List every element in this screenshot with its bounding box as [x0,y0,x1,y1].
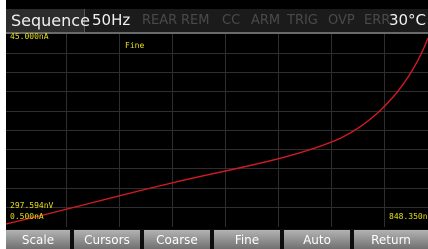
softkey-coarse[interactable]: Coarse [144,230,210,249]
softkey-scale[interactable]: Scale [6,230,70,249]
indicator-cc: CC [222,13,241,28]
cursor-voltage-label: 297.594nV [10,201,54,210]
softkey-return[interactable]: Return [354,230,428,249]
indicator-rear: REAR [142,13,178,28]
status-bar: Sequence 50Hz REAR REM CC ARM TRIG OVP E… [6,9,428,34]
x-axis-right-label: 848.350n [389,212,428,221]
softkey-bar: Scale Cursors Coarse Fine Auto Return [6,229,428,249]
softkey-fine[interactable]: Fine [214,230,280,249]
instrument-screen: Sequence 50Hz REAR REM CC ARM TRIG OVP E… [6,0,428,249]
indicator-arm: ARM [251,13,281,28]
y-axis-top-label: 45.000nA [10,32,49,41]
plot-graph [6,34,428,227]
indicator-ovp: OVP [328,13,355,28]
plot-grid [6,34,428,227]
indicator-err: ERR [364,13,391,28]
indicator-rem: REM [181,13,210,28]
frequency-indicator: 50Hz [92,11,131,29]
mode-label: Fine [125,41,145,50]
indicator-trig: TRIG [287,13,318,28]
plot-area[interactable]: 45.000nA Fine 297.594nV 0.500nA 848.350n [6,32,428,227]
softkey-auto[interactable]: Auto [284,230,350,249]
y-axis-bottom-label: 0.500nA [10,212,44,221]
softkey-cursors[interactable]: Cursors [74,230,140,249]
temperature-indicator: 30°C [388,11,426,29]
mode-tab[interactable]: Sequence [6,9,90,32]
